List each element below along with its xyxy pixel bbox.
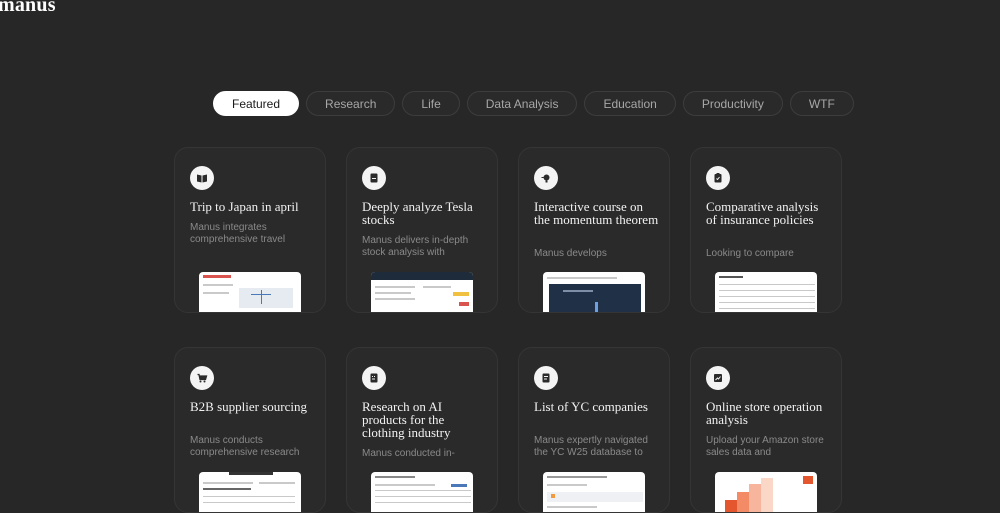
card-title: Deeply analyze Tesla stocks [362, 199, 473, 227]
card-description: Manus delivers in-depth stock analysis w… [362, 235, 469, 258]
card-preview-image [715, 272, 817, 312]
card-preview-image [715, 472, 817, 512]
card-preview-image [199, 272, 301, 312]
tab-data-analysis[interactable]: Data Analysis [466, 91, 578, 116]
use-case-grid: Trip to Japan in april Manus integrates … [174, 147, 842, 513]
card-description: Manus expertly navigated the YC W25 data… [534, 435, 648, 458]
document-icon [362, 166, 386, 190]
book-open-icon [190, 166, 214, 190]
card-preview-image [371, 272, 473, 312]
tab-wtf[interactable]: WTF [789, 91, 854, 116]
card-title: List of YC companies [534, 399, 648, 414]
card-title: Research on AI products for the clothing… [362, 399, 451, 440]
tab-featured[interactable]: Featured [213, 91, 300, 116]
tab-research[interactable]: Research [306, 91, 396, 116]
tab-life[interactable]: Life [402, 91, 460, 116]
card-description: Manus conducted in- [362, 448, 455, 459]
card-b2b-sourcing[interactable]: B2B supplier sourcing Manus conducts com… [174, 347, 326, 513]
card-preview-image [543, 472, 645, 512]
card-online-store-analysis[interactable]: Online store operation analysis Upload y… [690, 347, 842, 513]
card-preview-image [199, 472, 301, 512]
card-description: Manus develops [534, 248, 607, 259]
card-momentum-course[interactable]: Interactive course on the momentum theor… [518, 147, 670, 313]
card-insurance-analysis[interactable]: Comparative analysis of insurance polici… [690, 147, 842, 313]
card-description: Manus conducts comprehensive research [190, 435, 300, 458]
card-trip-to-japan[interactable]: Trip to Japan in april Manus integrates … [174, 147, 326, 313]
cart-icon [190, 366, 214, 390]
card-preview-image [371, 472, 473, 512]
card-title: Online store operation analysis [706, 399, 823, 427]
tab-productivity[interactable]: Productivity [682, 91, 783, 116]
card-description: Looking to compare [706, 248, 794, 259]
card-tesla-stocks[interactable]: Deeply analyze Tesla stocks Manus delive… [346, 147, 498, 313]
calculator-icon [362, 366, 386, 390]
card-description: Upload your Amazon store sales data and [706, 435, 824, 458]
card-title: Comparative analysis of insurance polici… [706, 199, 819, 227]
card-title: B2B supplier sourcing [190, 399, 307, 414]
clipboard-icon [706, 166, 730, 190]
card-description: Manus integrates comprehensive travel in… [190, 222, 286, 245]
card-title: Interactive course on the momentum theor… [534, 199, 659, 227]
tab-education[interactable]: Education [584, 91, 676, 116]
card-preview-image [543, 272, 645, 312]
card-title: Trip to Japan in april [190, 199, 299, 214]
category-tabs: Featured Research Life Data Analysis Edu… [213, 91, 854, 116]
list-document-icon [534, 366, 558, 390]
chart-icon [706, 366, 730, 390]
lightbulb-icon [534, 166, 558, 190]
card-yc-companies[interactable]: List of YC companies Manus expertly navi… [518, 347, 670, 513]
manus-logo[interactable]: manus [0, 0, 56, 17]
card-ai-clothing-research[interactable]: Research on AI products for the clothing… [346, 347, 498, 513]
